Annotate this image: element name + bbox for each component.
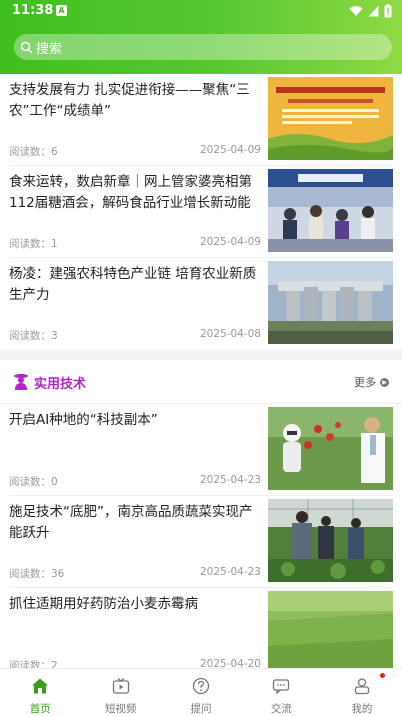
notification-icon: A bbox=[56, 5, 67, 16]
reads-count: 36 bbox=[51, 568, 65, 580]
chat-icon bbox=[273, 679, 290, 695]
article-title: 支持发展有力 扎实促进衔接——聚焦“三农”工作“成绩单” bbox=[9, 82, 250, 119]
article-title: 抓住适期用好药防治小麦赤霉病 bbox=[9, 596, 198, 612]
signal-icon bbox=[368, 5, 379, 17]
article-thumbnail bbox=[268, 499, 393, 582]
wifi-icon bbox=[349, 6, 363, 16]
article-date: 2025-04-09 bbox=[199, 236, 261, 248]
reads-label: 阅读数： bbox=[9, 146, 51, 158]
article-title: 食来运转，数启新章｜网上管家婆亮相第112届糖酒会，解码食品行业增长新动能 bbox=[9, 174, 252, 211]
header: 11:38 A 搜索 bbox=[0, 0, 402, 74]
tab-label: 我的 bbox=[351, 703, 373, 715]
article-thumbnail bbox=[268, 77, 393, 160]
tab-label: 交流 bbox=[270, 703, 292, 715]
more-label: 更多 bbox=[354, 376, 376, 389]
reads-label: 阅读数： bbox=[9, 238, 51, 250]
search-placeholder: 搜索 bbox=[36, 41, 63, 57]
article-item[interactable]: 开启AI种地的“科技副本” 阅读数：0 2025-04-23 bbox=[9, 404, 393, 496]
section-divider bbox=[0, 350, 402, 360]
reads-label: 阅读数： bbox=[9, 330, 51, 342]
home-icon bbox=[32, 678, 49, 694]
status-time: 11:38 bbox=[12, 3, 54, 18]
more-link[interactable]: 更多 ▶ bbox=[354, 374, 389, 390]
section-header: 实用技术 更多 ▶ bbox=[0, 360, 402, 404]
article-date: 2025-04-23 bbox=[199, 566, 261, 578]
notification-dot bbox=[380, 673, 386, 678]
reads-count: 1 bbox=[51, 238, 58, 250]
arrow-right-icon: ▶ bbox=[380, 377, 389, 387]
reads-count: 6 bbox=[51, 146, 58, 158]
article-date: 2025-04-09 bbox=[199, 144, 261, 156]
content-list: 支持发展有力 扎实促进衔接——聚焦“三农”工作“成绩单” 阅读数：6 2025-… bbox=[0, 74, 402, 680]
search-bar[interactable]: 搜索 bbox=[14, 34, 392, 60]
tab-video[interactable]: 短视频 bbox=[80, 669, 160, 716]
question-icon bbox=[192, 677, 210, 695]
article-date: 2025-04-08 bbox=[199, 328, 261, 340]
article-title: 杨凌：建强农科特色产业链 培育农业新质生产力 bbox=[9, 266, 257, 303]
article-item[interactable]: 杨凌：建强农科特色产业链 培育农业新质生产力 阅读数：3 2025-04-08 bbox=[9, 258, 393, 350]
reads-label: 阅读数： bbox=[9, 476, 51, 488]
article-item[interactable]: 支持发展有力 扎实促进衔接——聚焦“三农”工作“成绩单” 阅读数：6 2025-… bbox=[9, 74, 393, 166]
status-bar: 11:38 A bbox=[0, 0, 402, 24]
reads-count: 3 bbox=[51, 330, 58, 342]
profile-icon bbox=[354, 678, 369, 695]
battery-icon bbox=[384, 4, 392, 18]
article-thumbnail bbox=[268, 407, 393, 490]
article-date: 2025-04-23 bbox=[199, 474, 261, 486]
farmer-icon bbox=[14, 374, 28, 390]
article-item[interactable]: 抓住适期用好药防治小麦赤霉病 阅读数：2 2025-04-20 bbox=[9, 588, 393, 680]
bottom-tab-bar: 首页 短视频 提问 交流 我的 bbox=[0, 668, 402, 716]
tab-chat[interactable]: 交流 bbox=[241, 669, 321, 716]
reads-count: 0 bbox=[51, 476, 58, 488]
article-thumbnail bbox=[268, 591, 393, 674]
video-icon bbox=[112, 678, 129, 694]
article-thumbnail bbox=[268, 169, 393, 252]
tab-home[interactable]: 首页 bbox=[0, 669, 80, 716]
tab-label: 短视频 bbox=[104, 703, 137, 715]
article-item[interactable]: 食来运转，数启新章｜网上管家婆亮相第112届糖酒会，解码食品行业增长新动能 阅读… bbox=[9, 166, 393, 258]
tab-label: 提问 bbox=[190, 703, 212, 715]
article-title: 施足技术“底肥”，南京高品质蔬菜实现产能跃升 bbox=[9, 504, 253, 541]
tab-profile[interactable]: 我的 bbox=[322, 669, 402, 716]
system-icons bbox=[349, 3, 392, 19]
article-item[interactable]: 施足技术“底肥”，南京高品质蔬菜实现产能跃升 阅读数：36 2025-04-23 bbox=[9, 496, 393, 588]
tab-question[interactable]: 提问 bbox=[161, 669, 241, 716]
article-title: 开启AI种地的“科技副本” bbox=[9, 412, 158, 428]
search-icon bbox=[20, 41, 33, 54]
section-title: 实用技术 bbox=[34, 377, 87, 392]
reads-label: 阅读数： bbox=[9, 568, 51, 580]
tab-label: 首页 bbox=[29, 703, 51, 715]
article-thumbnail bbox=[268, 261, 393, 344]
